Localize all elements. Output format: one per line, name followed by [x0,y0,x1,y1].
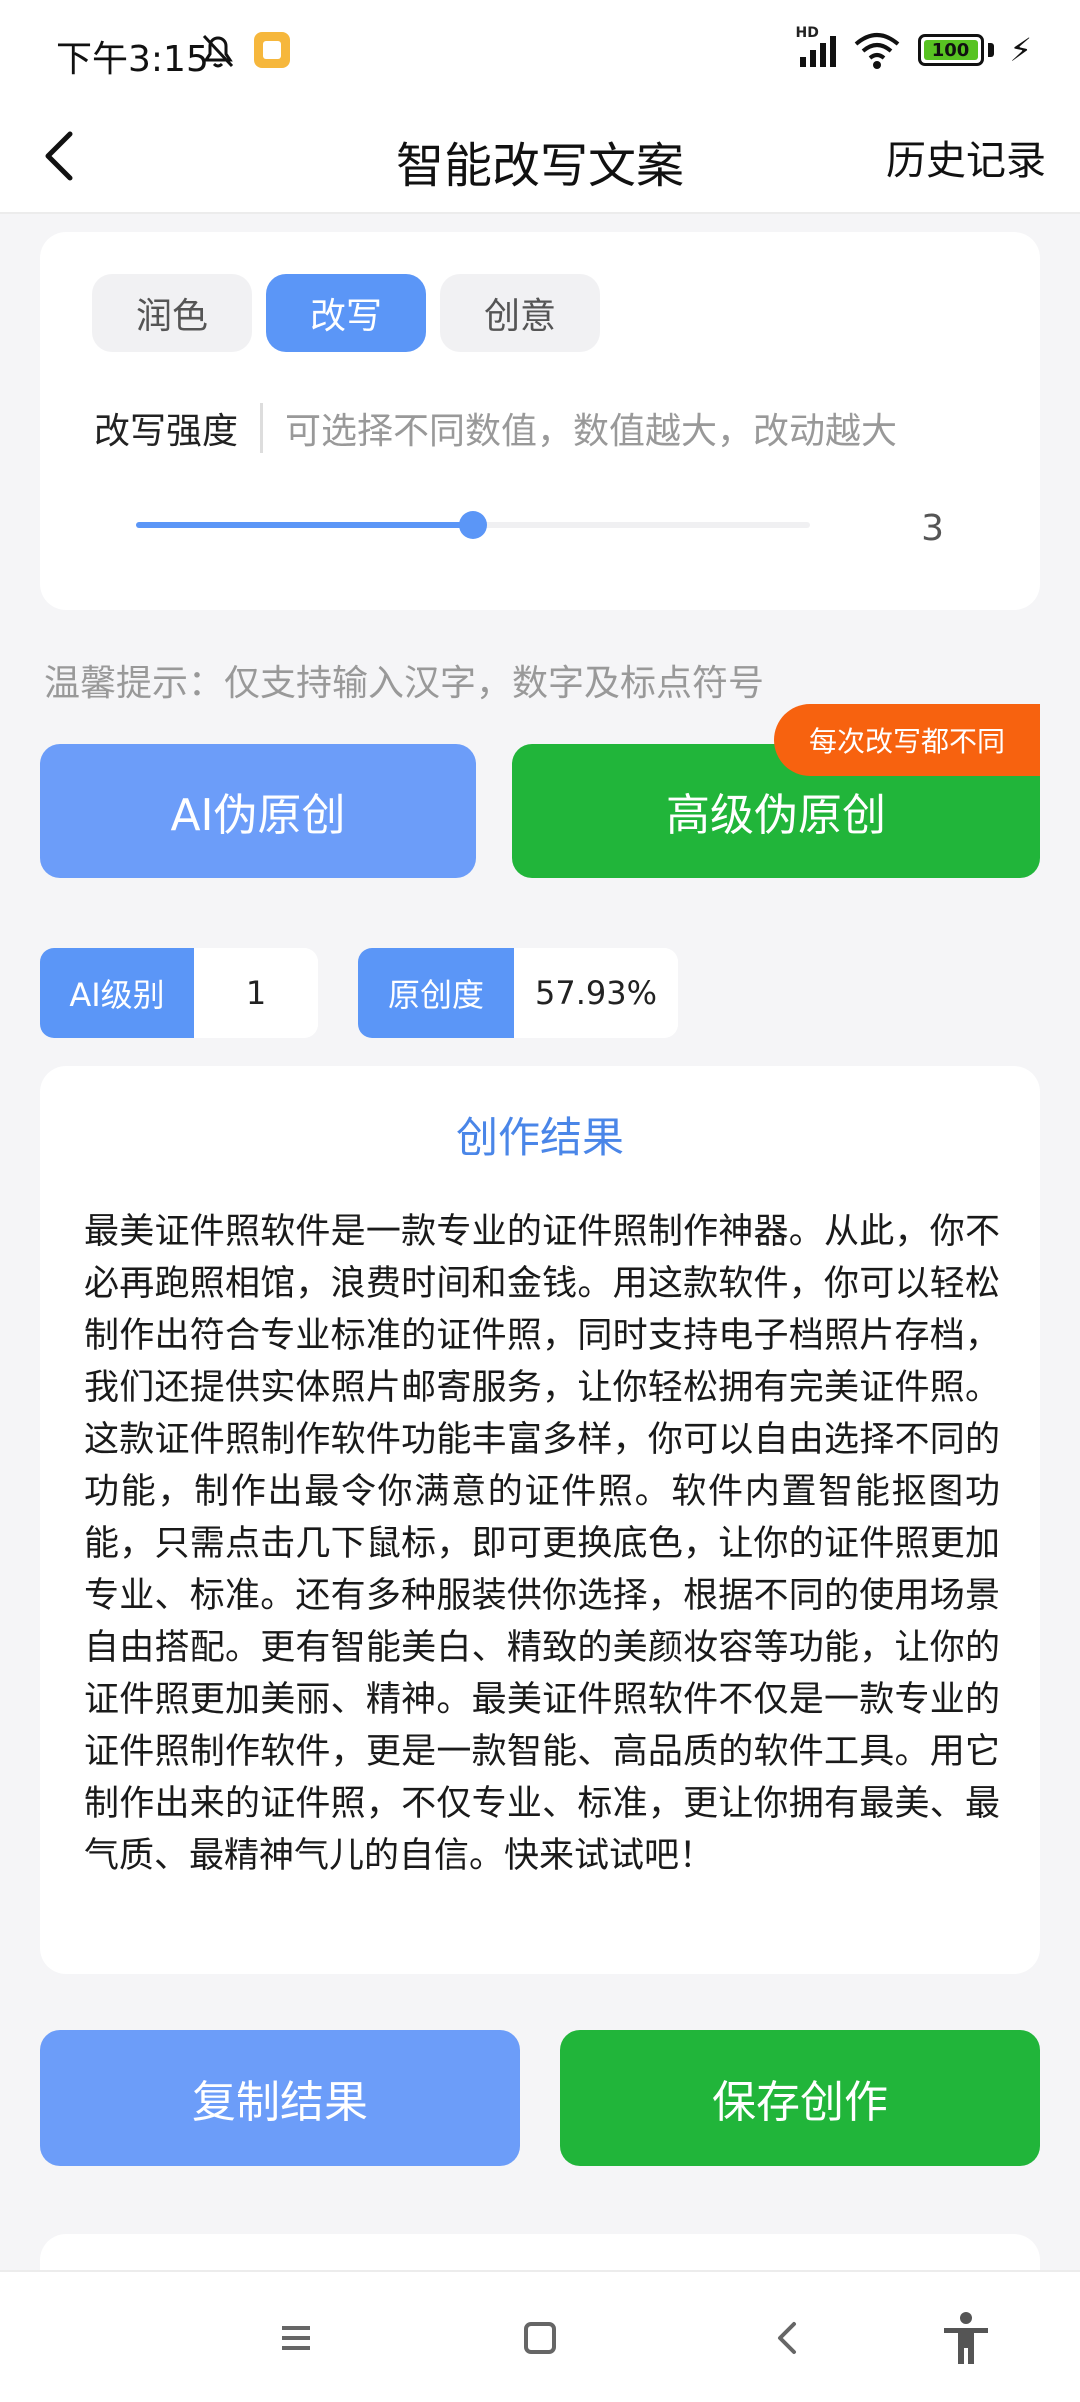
bell-off-icon [202,34,234,68]
wifi-icon [854,33,899,69]
intensity-row: 改写强度 可选择不同数值，数值越大，改动越大 [94,402,897,454]
copy-result-button[interactable]: 复制结果 [40,2030,520,2166]
home-square-icon[interactable] [510,2308,570,2368]
back-triangle-icon[interactable] [758,2308,818,2368]
tab-rewrite[interactable]: 改写 [266,274,426,352]
originality-value: 57.93% [514,948,678,1038]
battery-level: 100 [931,39,970,61]
result-text[interactable]: 最美证件照软件是一款专业的证件照制作神器。从此，你不必再跑照相馆，浪费时间和金钱… [84,1206,1000,1882]
intensity-slider[interactable] [136,511,810,539]
slider-thumb[interactable] [459,511,487,539]
advanced-badge: 每次改写都不同 [774,704,1040,776]
intensity-hint: 可选择不同数值，数值越大，改动越大 [285,411,898,452]
ai-level-label: AI级别 [40,948,194,1038]
ai-rewrite-button[interactable]: AI伪原创 [40,744,476,878]
tab-creative[interactable]: 创意 [440,274,600,352]
intensity-label: 改写强度 [94,411,239,452]
mode-tabs: 润色 改写 创意 [92,274,600,352]
history-button[interactable]: 历史记录 [886,128,1046,186]
result-title: 创作结果 [455,1113,624,1162]
settings-card: 润色 改写 创意 改写强度 可选择不同数值，数值越大，改动越大 3 [40,232,1040,610]
status-left-icons [196,28,290,72]
accessibility-icon[interactable] [936,2308,996,2368]
header: 智能改写文案 历史记录 [0,100,1080,214]
result-card: 创作结果 最美证件照软件是一款专业的证件照制作神器。从此，你不必再跑照相馆，浪费… [40,1066,1040,1974]
originality-label: 原创度 [358,948,514,1038]
notes-app-icon [254,32,290,68]
ai-level-value: 1 [194,948,318,1038]
navigation-bar [0,2270,1080,2402]
status-right-icons: HD 100 ⚡ [796,25,1032,70]
signal-icon: HD [796,25,836,67]
status-bar: 下午3:15 HD 100 ⚡ [0,0,1080,100]
tip-text: 温馨提示：仅支持输入汉字，数字及标点符号 [44,663,765,704]
bolt-icon: ⚡ [1009,31,1032,69]
slider-value: 3 [921,508,944,549]
save-creation-button[interactable]: 保存创作 [560,2030,1040,2166]
battery-icon: 100 [917,34,984,66]
divider [260,403,264,453]
slider-fill [136,522,473,528]
menu-icon[interactable] [266,2308,326,2368]
battery-cap [987,43,994,57]
network-label: HD [795,25,819,41]
tab-polish[interactable]: 润色 [92,274,252,352]
originality-stat: 原创度 57.93% [358,948,678,1038]
ai-level-stat: AI级别 1 [40,948,318,1038]
status-time: 下午3:15 [56,39,209,80]
